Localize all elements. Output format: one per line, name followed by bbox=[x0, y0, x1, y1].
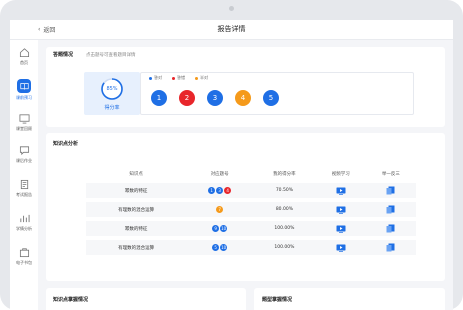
sidebar-item-ebook[interactable]: 电子书包 bbox=[10, 244, 38, 274]
question-button-3[interactable]: 3 bbox=[207, 90, 223, 106]
knowledge-table: 知识点 对应题号 我的得分率 视频学习 举一反三 幂数的特征 1 3 4 70.50% 有… bbox=[86, 165, 416, 259]
column-header: 举一反三 bbox=[381, 172, 400, 177]
table-row: 有理数的混合运算 5 10 100.00% bbox=[86, 240, 416, 255]
practice-cell bbox=[365, 240, 416, 255]
video-cell bbox=[315, 240, 366, 255]
answers-legend: 答对 答错 半对 bbox=[149, 75, 208, 81]
table-header: 知识点 对应题号 我的得分率 视频学习 举一反三 bbox=[86, 169, 416, 179]
score-rate: 80.00% bbox=[253, 202, 316, 217]
video-cell bbox=[315, 202, 366, 217]
column-header: 知识点 bbox=[129, 172, 143, 177]
legend-half: 半对 bbox=[195, 75, 208, 81]
table-row: 幂数的特征 1 3 4 70.50% bbox=[86, 183, 416, 198]
page-title: 报告详情 bbox=[217, 25, 246, 33]
sidebar-item-label: 首页 bbox=[20, 60, 28, 65]
practice-cell bbox=[365, 221, 416, 236]
knowledge-title: 知识点分析 bbox=[53, 141, 79, 147]
sidebar-item-label: 课前预习 bbox=[16, 95, 32, 100]
score-percent: 85% bbox=[106, 86, 118, 92]
practice-icon[interactable] bbox=[386, 186, 395, 195]
question-type-title: 题型掌握情况 bbox=[262, 297, 293, 303]
practice-icon[interactable] bbox=[386, 243, 395, 252]
book-icon bbox=[17, 79, 31, 93]
table-row: 有理数的混合运算 7 80.00% bbox=[86, 202, 416, 217]
camera-dot bbox=[229, 6, 234, 11]
question-button-5[interactable]: 5 bbox=[263, 90, 279, 106]
sidebar-item-label: 课堂回顾 bbox=[16, 126, 32, 131]
question-badges: 5 10 bbox=[186, 240, 254, 255]
tablet-frame: ‹ 返回 报告详情 首页 课前预习 课堂回顾 课后作业 考试报告 学情分析 电子… bbox=[0, 0, 463, 310]
sidebar-item-label: 学情分析 bbox=[16, 226, 32, 231]
question-badge[interactable]: 3 bbox=[216, 187, 224, 194]
bag-icon bbox=[19, 248, 29, 258]
sidebar-item-analysis[interactable]: 学情分析 bbox=[10, 210, 38, 240]
question-badge[interactable]: 10 bbox=[220, 244, 228, 251]
exam-icon bbox=[20, 179, 28, 190]
score-rate: 70.50% bbox=[253, 183, 316, 198]
video-cell bbox=[315, 183, 366, 198]
question-badge[interactable]: 4 bbox=[224, 187, 232, 194]
answers-title: 答题情况 bbox=[53, 52, 74, 58]
video-cell bbox=[315, 221, 366, 236]
legend-correct: 答对 bbox=[149, 75, 162, 81]
video-play-icon[interactable] bbox=[336, 244, 346, 252]
knowledge-point: 幂数的特征 bbox=[86, 183, 187, 198]
sidebar-item-label: 课后作业 bbox=[16, 158, 32, 163]
sidebar-item-label: 考试报告 bbox=[16, 192, 32, 197]
practice-cell bbox=[365, 202, 416, 217]
question-badge[interactable]: 1 bbox=[208, 187, 216, 194]
legend-wrong: 答错 bbox=[172, 75, 185, 81]
sidebar: 首页 课前预习 课堂回顾 课后作业 考试报告 学情分析 电子书包 bbox=[10, 40, 38, 310]
practice-icon[interactable] bbox=[386, 224, 395, 233]
mastery-title: 知识点掌握情况 bbox=[53, 297, 89, 303]
knowledge-point: 有理数的混合运算 bbox=[86, 202, 187, 217]
app-screen: ‹ 返回 报告详情 首页 课前预习 课堂回顾 课后作业 考试报告 学情分析 电子… bbox=[10, 20, 453, 310]
sidebar-item-label: 电子书包 bbox=[16, 260, 32, 265]
knowledge-point: 有理数的混合运算 bbox=[86, 240, 187, 255]
questions-panel: 答对 答错 半对 1 2 3 4 5 bbox=[140, 72, 414, 115]
practice-cell bbox=[365, 183, 416, 198]
question-badge[interactable]: 10 bbox=[220, 225, 228, 232]
monitor-icon bbox=[19, 114, 29, 124]
question-badge[interactable]: 5 bbox=[212, 244, 220, 251]
knowledge-point: 幂数的特征 bbox=[86, 221, 187, 236]
video-play-icon[interactable] bbox=[336, 225, 346, 233]
video-play-icon[interactable] bbox=[336, 206, 346, 214]
column-header: 对应题号 bbox=[210, 172, 229, 177]
score-label: 得分率 bbox=[104, 105, 120, 111]
question-button-1[interactable]: 1 bbox=[151, 90, 167, 106]
analysis-icon bbox=[19, 214, 30, 223]
question-badges: 9 10 bbox=[186, 221, 254, 236]
question-button-2[interactable]: 2 bbox=[179, 90, 195, 106]
sidebar-item-exam[interactable]: 考试报告 bbox=[10, 176, 38, 206]
question-badge[interactable]: 7 bbox=[216, 206, 224, 213]
top-bar: ‹ 返回 报告详情 bbox=[10, 20, 453, 40]
column-header: 视频学习 bbox=[331, 172, 350, 177]
question-badge[interactable]: 9 bbox=[212, 225, 220, 232]
question-badges: 134 bbox=[186, 183, 254, 198]
sidebar-item-preview[interactable]: 课前预习 bbox=[10, 76, 38, 106]
video-play-icon[interactable] bbox=[336, 187, 346, 195]
question-button-4[interactable]: 4 bbox=[235, 90, 251, 106]
table-row: 幂数的特征 9 10 100.00% bbox=[86, 221, 416, 236]
sidebar-item-homework[interactable]: 课后作业 bbox=[10, 142, 38, 172]
sidebar-item-review[interactable]: 课堂回顾 bbox=[10, 110, 38, 140]
practice-icon[interactable] bbox=[386, 205, 395, 214]
sidebar-item-home[interactable]: 首页 bbox=[10, 44, 38, 74]
question-badges: 7 bbox=[186, 202, 254, 217]
score-rate: 100.00% bbox=[253, 240, 316, 255]
column-header: 我的得分率 bbox=[273, 172, 296, 177]
answers-hint: 点击题号可查看题目详情 bbox=[86, 53, 136, 58]
chat-icon bbox=[19, 146, 29, 156]
score-box: 85% 得分率 bbox=[84, 72, 140, 115]
score-rate: 100.00% bbox=[253, 221, 316, 236]
home-icon bbox=[19, 48, 29, 58]
